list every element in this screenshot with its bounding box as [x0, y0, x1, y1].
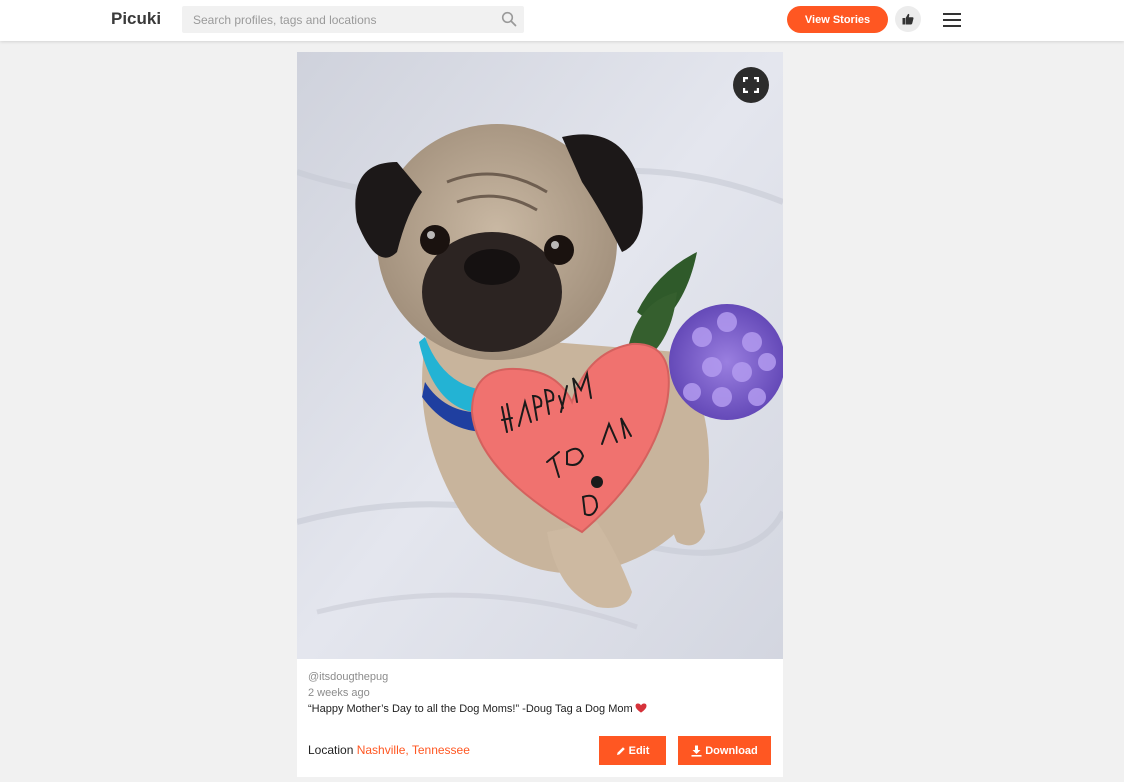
red-heart-icon: [635, 703, 647, 713]
edit-button[interactable]: Edit: [599, 736, 666, 765]
location-label: Location: [308, 743, 354, 757]
thumbs-up-icon: [902, 13, 914, 25]
view-stories-button[interactable]: View Stories: [787, 6, 888, 33]
like-button[interactable]: [895, 6, 921, 32]
expand-icon: [743, 77, 759, 93]
hamburger-menu-icon[interactable]: [942, 12, 962, 28]
download-button[interactable]: Download: [678, 736, 771, 765]
post-location: Location Nashville, Tennessee: [308, 743, 470, 757]
location-link[interactable]: Nashville, Tennessee: [357, 743, 470, 757]
site-logo[interactable]: Picuki: [111, 9, 161, 29]
post-time: 2 weeks ago: [308, 687, 370, 699]
download-icon: [691, 745, 702, 757]
search-box: [182, 6, 524, 33]
fullscreen-button[interactable]: [733, 67, 769, 103]
download-label: Download: [705, 744, 758, 757]
post-meta: @itsdougthepug 2 weeks ago “Happy Mother…: [308, 670, 773, 717]
pug-photo-illustration: [297, 52, 783, 659]
edit-label: Edit: [628, 744, 650, 757]
post-photo[interactable]: [297, 52, 783, 659]
top-navigation-bar: Picuki View Stories: [0, 0, 1124, 41]
post-username[interactable]: @itsdougthepug: [308, 670, 773, 685]
post-caption: “Happy Mother’s Day to all the Dog Moms!…: [308, 702, 773, 717]
pencil-icon: [616, 746, 625, 755]
search-input[interactable]: [182, 6, 492, 33]
post-card: @itsdougthepug 2 weeks ago “Happy Mother…: [297, 52, 783, 777]
search-icon[interactable]: [501, 11, 517, 27]
post-caption-text: “Happy Mother’s Day to all the Dog Moms!…: [308, 703, 633, 715]
